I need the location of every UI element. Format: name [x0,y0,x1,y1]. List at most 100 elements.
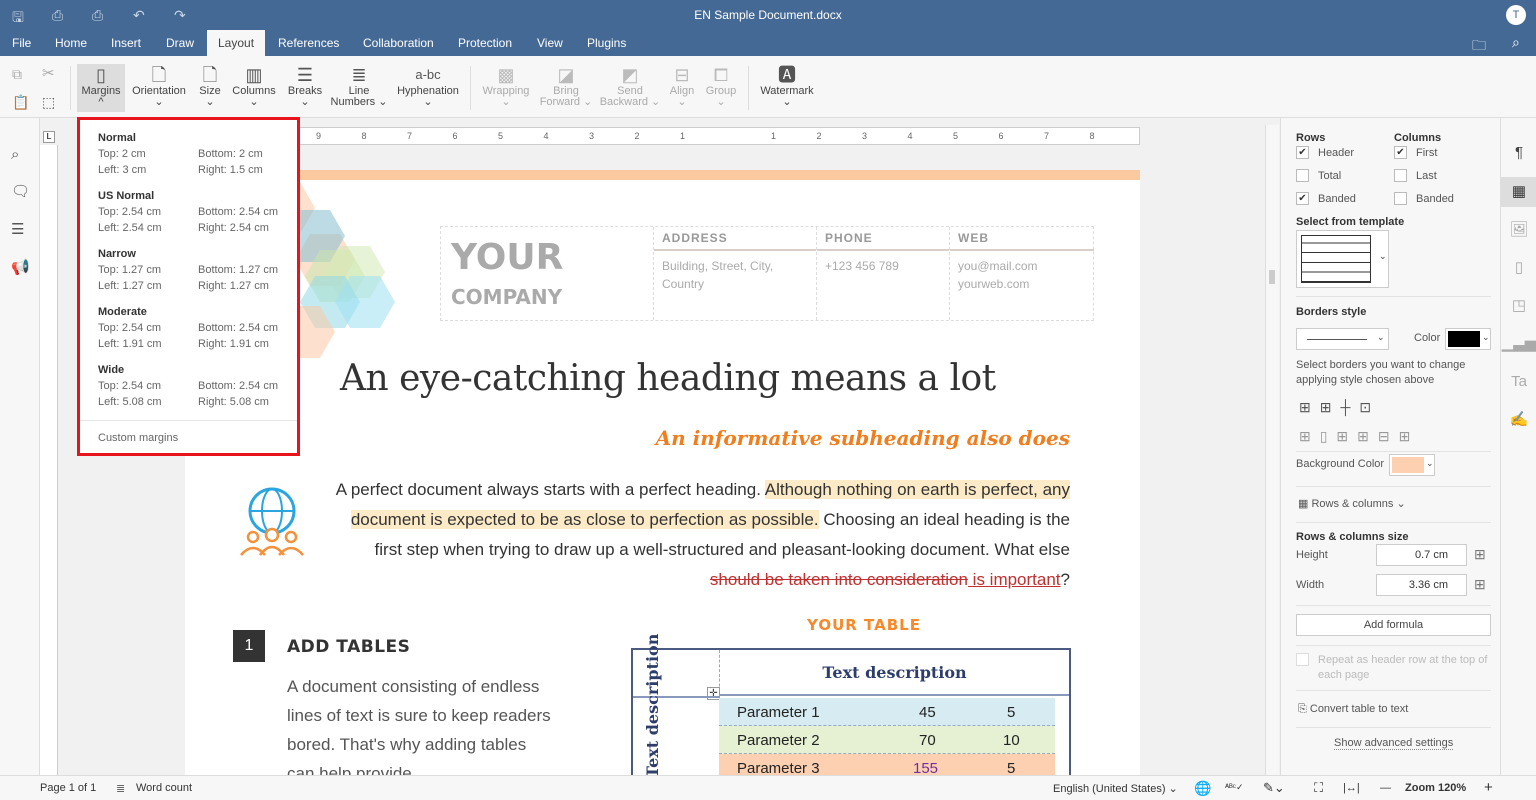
background-color-picker[interactable]: ⌄ [1389,454,1435,476]
zoom-in-button[interactable]: + [1484,779,1493,796]
feedback-icon[interactable]: 📢 [11,258,30,276]
header-checkbox[interactable]: ✔ [1296,146,1309,159]
zoom-out-button[interactable]: — [1380,782,1391,794]
address-column: ADDRESS Building, Street, City, Country [653,227,816,320]
border-style-select[interactable]: ⌄ [1296,328,1389,350]
spell-check-icon[interactable]: ᴬᴮᶜ✓ [1225,782,1244,793]
word-count-button[interactable]: Word count [136,782,192,794]
columns-icon: ▥ [245,65,263,85]
select-all-icon[interactable]: ⬚ [42,94,55,111]
orientation-button[interactable]: 🗋 Orientation ⌄ [131,64,187,108]
table-row[interactable]: Parameter 3 155 5 [719,754,1055,775]
line-numbers-button[interactable]: ≣ Line Numbers ⌄ [330,64,388,108]
distribute-rows-icon[interactable]: ⊞ [1474,546,1486,563]
color-swatch [1448,331,1480,347]
ruler-tick-label: 6 [998,131,1004,141]
tab-insert[interactable]: Insert [100,30,152,56]
ruler-tick-label: 8 [1089,131,1095,141]
shape-settings-icon[interactable]: ◳ [1501,291,1536,321]
border-color-picker[interactable]: ⌄ [1445,328,1491,350]
total-checkbox[interactable] [1296,169,1309,182]
tab-view[interactable]: View [526,30,574,56]
align-button[interactable]: ⊟ Align ⌄ [667,64,697,108]
cut-icon[interactable]: ✂ [42,64,55,82]
show-advanced-settings-link[interactable]: Show advanced settings [1334,737,1454,750]
divider [470,66,471,110]
paragraph-settings-icon[interactable]: ¶ [1501,138,1536,168]
tab-draw[interactable]: Draw [155,30,205,56]
margin-preset-normal[interactable]: Normal Top: 2 cm Bottom: 2 cm Left: 3 cm Rig… [98,130,288,178]
hyphenation-button[interactable]: a-bc Hyphenation ⌄ [395,64,461,108]
watermark-button[interactable]: 🅰 Watermark ⌄ [757,64,817,108]
breaks-button[interactable]: ☰ Breaks ⌄ [285,64,325,108]
tab-collaboration[interactable]: Collaboration [352,30,445,56]
fit-width-icon[interactable]: |↔| [1343,782,1360,794]
tab-layout[interactable]: Layout [207,30,266,56]
repeat-header-checkbox[interactable] [1296,653,1309,666]
vertical-ruler[interactable] [40,145,58,775]
banded-columns-checkbox[interactable] [1394,192,1407,205]
fit-page-icon[interactable]: ⛶ [1314,780,1323,796]
size-button[interactable]: 🗋 Size ⌄ [196,64,224,108]
tab-references[interactable]: References [267,30,350,56]
vertical-scrollbar[interactable] [1265,125,1279,775]
table-header[interactable]: Text description [719,650,1069,696]
wrapping-button[interactable]: ▩ Wrapping ⌄ [480,64,532,108]
add-formula-button[interactable]: Add formula [1296,614,1491,636]
chart-settings-icon[interactable]: ▁▃▅ [1501,329,1536,359]
ruler-tick-label: 4 [907,131,913,141]
table-template-picker[interactable]: ⌄ [1296,230,1389,288]
first-checkbox[interactable]: ✔ [1394,146,1407,159]
table-settings-icon[interactable]: ▦ [1501,177,1536,207]
convert-table-to-text-button[interactable]: ⎘ Convert table to text [1298,703,1408,716]
horizontal-ruler[interactable]: 9 8 7 6 5 4 3 2 1 1 2 3 4 5 6 7 8 [185,127,1140,145]
margin-preset-us-normal[interactable]: US Normal Top: 2.54 cm Bottom: 2.54 cm Left… [98,188,288,236]
margin-preset-narrow[interactable]: Narrow Top: 1.27 cm Bottom: 1.27 cm Left: 1… [98,246,288,294]
group-button[interactable]: ⧠ Group ⌄ [703,64,739,108]
table-side-header[interactable]: Text description [633,634,719,775]
custom-margins-item[interactable]: Custom margins [98,430,288,446]
header-footer-settings-icon[interactable]: ▯ [1501,253,1536,283]
tab-stop-selector[interactable]: L [43,131,55,143]
template-label: Select from template [1296,216,1405,228]
border-buttons-row-1[interactable]: ⊞⊞┼⊡ [1299,399,1380,416]
rows-columns-dropdown[interactable]: ▦ Rows & columns ⌄ [1298,497,1406,510]
margins-button[interactable]: ▯ Margins ^ [77,64,125,112]
column-width-input[interactable]: 3.36 cm [1376,574,1467,596]
table-row[interactable]: Parameter 1 45 5 [719,698,1055,726]
navigation-icon[interactable]: ☰ [11,220,24,238]
scrollbar-thumb[interactable] [1269,270,1275,284]
comments-icon[interactable]: 🗨 [11,182,30,200]
chevron-down-icon: ⌄ [1379,251,1387,261]
text-art-settings-icon[interactable]: Ta [1501,367,1536,397]
row-height-input[interactable]: 0.7 cm [1376,544,1467,566]
border-buttons-row-2[interactable]: ⊞▯⊞⊞⊟⊞ [1299,428,1419,445]
banded-rows-checkbox[interactable]: ✔ [1296,192,1309,205]
image-settings-icon[interactable]: 🖼 [1501,215,1536,245]
document-table[interactable]: Text description ✛ Text description Para… [631,634,1071,775]
columns-button[interactable]: ▥ Columns ⌄ [230,64,278,108]
divider [1296,296,1491,297]
track-changes-icon[interactable]: ✎⌄ [1263,780,1285,796]
paste-icon[interactable]: 📋 [12,94,29,111]
page-indicator[interactable]: Page 1 of 1 [40,782,96,794]
margin-preset-wide[interactable]: Wide Top: 2.54 cm Bottom: 2.54 cm Left: 5.0… [98,362,288,410]
last-checkbox[interactable] [1394,169,1407,182]
tab-file[interactable]: File [1,30,42,56]
avatar[interactable]: T [1506,5,1526,25]
table-row[interactable]: Parameter 2 70 10 [719,726,1055,754]
tab-plugins[interactable]: Plugins [576,30,637,56]
document-language-icon[interactable]: 🌐 [1194,780,1211,797]
bring-forward-button[interactable]: ◪ Bring Forward ⌄ [538,64,594,108]
margin-preset-moderate[interactable]: Moderate Top: 2.54 cm Bottom: 2.54 cm Left:… [98,304,288,352]
signature-settings-icon[interactable]: ✍ [1501,405,1536,435]
search-icon[interactable]: ⌕ [1512,34,1520,51]
send-backward-button[interactable]: ◩ Send Backward ⌄ [598,64,662,108]
tab-home[interactable]: Home [44,30,98,56]
distribute-columns-icon[interactable]: ⊞ [1474,576,1486,593]
tab-protection[interactable]: Protection [447,30,523,56]
search-icon[interactable]: ⌕ [11,146,19,163]
copy-icon[interactable]: ⧉ [12,66,22,83]
language-select[interactable]: English (United States) ⌄ [1053,782,1178,795]
document-page[interactable]: YOUR COMPANY ADDRESS Building, Street, Ci… [185,170,1140,775]
